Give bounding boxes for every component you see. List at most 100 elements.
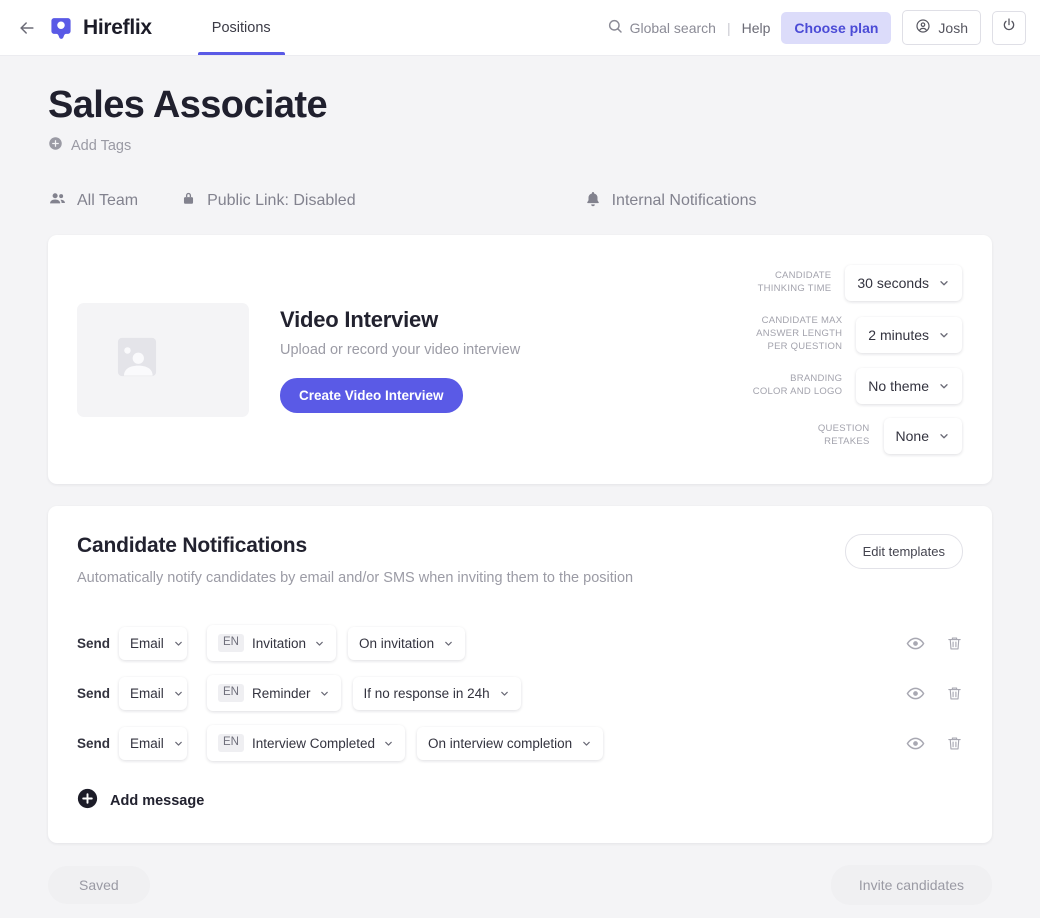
internal-notifications-button[interactable]: Internal Notifications: [584, 190, 757, 213]
public-link-label: Public Link: Disabled: [207, 192, 356, 209]
tab-positions-label: Positions: [211, 19, 271, 36]
template-value: Interview Completed: [251, 735, 376, 751]
language-badge: EN: [218, 734, 244, 752]
edit-templates-button[interactable]: Edit templates: [844, 534, 963, 569]
power-icon: [1001, 17, 1017, 38]
channel-select[interactable]: Email: [119, 726, 187, 760]
add-tags-label: Add Tags: [71, 137, 132, 154]
thinking-time-value: 30 seconds: [857, 275, 929, 292]
saved-status-button: Saved: [48, 866, 150, 904]
notification-row: Send Email EN Reminder If no response in…: [77, 668, 963, 718]
trigger-select[interactable]: On interview completion: [417, 726, 604, 760]
user-account-button[interactable]: Josh: [902, 10, 981, 45]
setting-max-answer-length: CANDIDATE MAX ANSWER LENGTH PER QUESTION…: [753, 315, 962, 353]
template-value: Invitation: [251, 635, 307, 651]
add-message-button[interactable]: Add message: [77, 788, 204, 813]
chevron-down-icon: [319, 688, 330, 699]
chevron-down-icon: [581, 738, 592, 749]
page-footer: Saved Invite candidates: [48, 865, 992, 905]
user-name-label: Josh: [938, 19, 968, 36]
preview-eye-icon[interactable]: [906, 684, 925, 703]
plus-circle-icon: [48, 136, 63, 155]
delete-trash-icon[interactable]: [946, 685, 963, 702]
create-video-interview-button[interactable]: Create Video Interview: [280, 377, 463, 413]
trigger-value: If no response in 24h: [363, 685, 490, 701]
video-interview-subtitle: Upload or record your video interview: [280, 341, 521, 358]
question-retakes-value: None: [895, 427, 929, 444]
brand-name: Hireflix: [83, 15, 152, 39]
add-tags-button[interactable]: Add Tags: [48, 136, 131, 155]
tab-positions[interactable]: Positions: [197, 0, 285, 55]
top-navigation-bar: Hireflix Positions Global search | Help …: [0, 0, 1040, 56]
chevron-down-icon: [938, 430, 950, 442]
channel-value: Email: [130, 685, 164, 701]
branding-theme-select[interactable]: No theme: [856, 367, 962, 404]
logout-button[interactable]: [992, 10, 1026, 45]
template-select[interactable]: EN Reminder: [207, 675, 341, 711]
channel-select[interactable]: Email: [119, 676, 187, 710]
global-search-button[interactable]: Global search: [607, 18, 716, 37]
video-thumbnail-placeholder[interactable]: [77, 302, 249, 417]
chevron-down-icon: [383, 738, 394, 749]
channel-value: Email: [130, 735, 164, 751]
video-interview-title: Video Interview: [280, 306, 438, 332]
delete-trash-icon[interactable]: [946, 635, 963, 652]
preview-eye-icon[interactable]: [906, 734, 925, 753]
setting-branding: BRANDING COLOR AND LOGO No theme: [752, 367, 962, 404]
video-interview-info: Video Interview Upload or record your vi…: [280, 307, 580, 413]
notification-row: Send Email EN Invitation On invitation: [77, 618, 963, 668]
candidate-notifications-title: Candidate Notifications: [77, 534, 307, 557]
preview-eye-icon[interactable]: [906, 634, 925, 653]
top-bar-right-actions: Global search | Help Choose plan Josh: [607, 10, 1026, 45]
user-avatar-icon: [915, 18, 931, 37]
brand-logo-link[interactable]: Hireflix: [48, 15, 152, 41]
choose-plan-button[interactable]: Choose plan: [781, 11, 892, 44]
position-meta-row: All Team Public Link: Disabled Internal …: [48, 189, 1040, 213]
setting-question-retakes: QUESTION RETAKES None: [753, 417, 962, 454]
notification-row-actions: [906, 684, 963, 703]
nav-divider: |: [726, 19, 731, 36]
team-visibility-button[interactable]: All Team: [48, 189, 138, 213]
global-search-label: Global search: [629, 19, 716, 36]
channel-select[interactable]: Email: [119, 626, 187, 660]
chevron-down-icon: [938, 329, 950, 341]
template-select[interactable]: EN Invitation: [207, 625, 337, 661]
max-answer-length-select[interactable]: 2 minutes: [856, 316, 962, 353]
trigger-select[interactable]: On invitation: [348, 626, 466, 660]
setting-branding-label: BRANDING COLOR AND LOGO: [752, 372, 843, 397]
thinking-time-select[interactable]: 30 seconds: [845, 265, 962, 302]
candidate-notifications-header: Candidate Notifications Automatically no…: [77, 534, 963, 586]
help-link[interactable]: Help: [742, 20, 771, 36]
setting-question-retakes-label: QUESTION RETAKES: [817, 422, 870, 447]
video-settings-panel: CANDIDATE THINKING TIME 30 seconds CANDI…: [752, 265, 964, 454]
public-link-button[interactable]: Public Link: Disabled: [180, 190, 356, 212]
video-interview-card: Video Interview Upload or record your vi…: [48, 235, 992, 484]
back-arrow-icon[interactable]: [14, 15, 40, 41]
setting-thinking-time-label: CANDIDATE THINKING TIME: [757, 270, 832, 295]
search-icon: [607, 18, 623, 37]
main-nav-tabs: Positions: [197, 0, 285, 55]
image-placeholder-glyph: [124, 346, 153, 376]
people-icon: [48, 189, 67, 213]
hireflix-logo-icon: [51, 17, 71, 39]
notification-row-actions: [906, 734, 963, 753]
trigger-select[interactable]: If no response in 24h: [352, 676, 521, 710]
setting-max-answer-length-label: CANDIDATE MAX ANSWER LENGTH PER QUESTION: [756, 315, 843, 352]
language-badge: EN: [218, 634, 244, 652]
plus-circle-filled-icon: [77, 788, 98, 813]
question-retakes-select[interactable]: None: [883, 417, 962, 454]
template-select[interactable]: EN Interview Completed: [207, 725, 406, 761]
notification-message-list: Send Email EN Invitation On invitation S…: [77, 618, 963, 768]
language-badge: EN: [218, 684, 244, 702]
chevron-down-icon: [314, 638, 325, 649]
notification-row-actions: [906, 634, 963, 653]
delete-trash-icon[interactable]: [946, 735, 963, 752]
internal-notifications-label: Internal Notifications: [611, 192, 757, 209]
setting-thinking-time: CANDIDATE THINKING TIME 30 seconds: [753, 265, 962, 302]
candidate-notifications-card: Candidate Notifications Automatically no…: [48, 506, 992, 843]
page-title: Sales Associate: [48, 84, 328, 126]
channel-value: Email: [130, 635, 164, 651]
chevron-down-icon: [173, 688, 184, 699]
invite-candidates-button[interactable]: Invite candidates: [830, 865, 992, 905]
send-label: Send: [77, 635, 111, 651]
